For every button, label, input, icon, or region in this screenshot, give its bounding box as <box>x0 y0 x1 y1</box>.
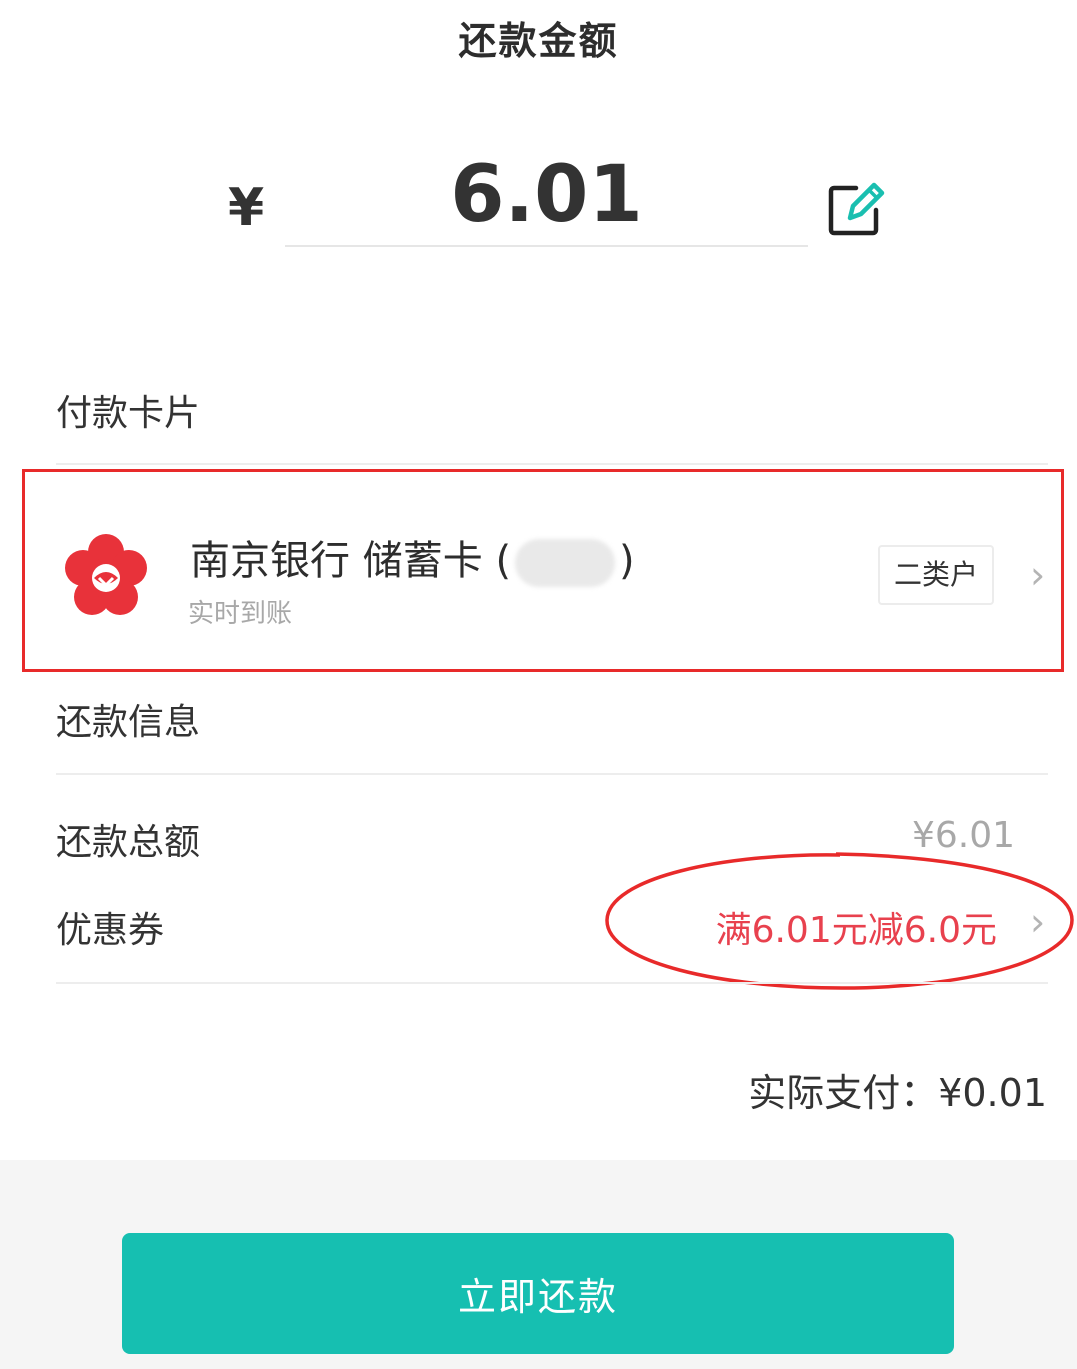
bank-card-name: 南京银行 储蓄卡 () <box>190 528 635 587</box>
bank-of-nanjing-logo-icon <box>58 528 154 624</box>
page-title: 还款金额 <box>458 19 619 63</box>
chevron-right-icon[interactable]: › <box>1030 553 1045 597</box>
bank-name-text: 南京银行 储蓄卡 <box>190 538 483 584</box>
repay-now-button[interactable]: 立即还款 <box>122 1233 954 1354</box>
actual-payment-text: 实际支付：¥0.01 <box>748 1071 1047 1115</box>
card-number-open-paren: ( <box>495 538 512 584</box>
card-number-close-paren: ) <box>619 538 635 584</box>
currency-symbol: ¥ <box>228 178 265 238</box>
payment-card-section-title: 付款卡片 <box>56 393 201 434</box>
divider <box>56 773 1048 775</box>
coupon-label: 优惠券 <box>56 910 165 951</box>
edit-amount-icon[interactable] <box>826 178 888 240</box>
total-amount-label: 还款总额 <box>56 822 201 863</box>
repayment-info-section-title: 还款信息 <box>56 702 201 743</box>
account-type-badge: 二类户 <box>878 545 994 605</box>
coupon-highlight-annotation <box>604 850 1076 992</box>
repayment-amount-input[interactable] <box>285 145 808 247</box>
divider <box>56 463 1048 465</box>
card-arrival-subtitle: 实时到账 <box>188 599 293 629</box>
masked-card-number <box>515 539 616 587</box>
divider <box>56 982 1048 984</box>
